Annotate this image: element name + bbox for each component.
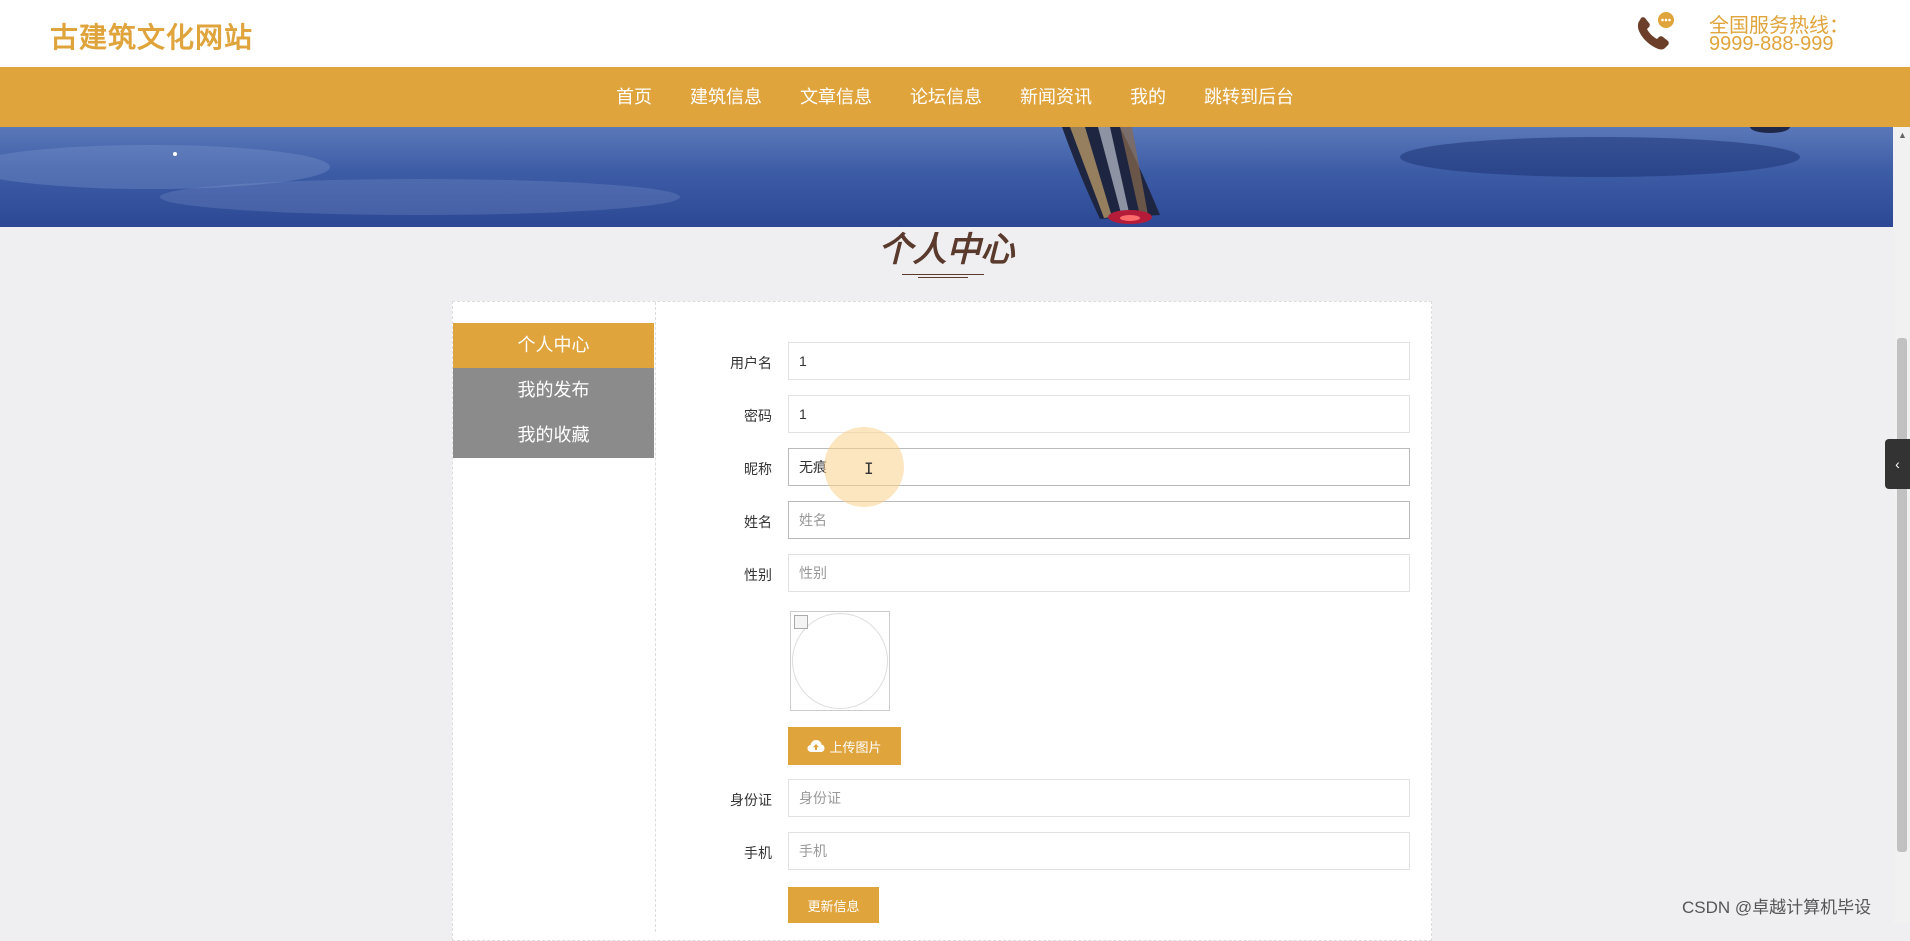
nav-item-news[interactable]: 新闻资讯 (1001, 67, 1111, 127)
sidebar-item-my-posts[interactable]: 我的发布 (453, 368, 654, 413)
user-sidebar: 个人中心 我的发布 我的收藏 (453, 323, 654, 458)
page-title: 个人中心 (878, 231, 1015, 269)
site-header: 古建筑文化网站 全国服务热线： 9999-888-999 (0, 0, 1910, 67)
scrollbar-thumb[interactable] (1897, 338, 1907, 852)
name-input[interactable] (788, 501, 1410, 539)
username-input[interactable] (788, 342, 1410, 380)
password-label: 密码 (744, 408, 772, 424)
nav-item-mine[interactable]: 我的 (1111, 67, 1185, 127)
nav-item-forum[interactable]: 论坛信息 (891, 67, 1001, 127)
nav-item-admin[interactable]: 跳转到后台 (1185, 67, 1313, 127)
upload-image-button[interactable]: 上传图片 (788, 727, 901, 765)
chevron-left-icon: ‹ (1895, 456, 1900, 472)
broken-image-icon (794, 615, 808, 629)
scroll-up-arrow-icon[interactable]: ▲ (1898, 130, 1907, 140)
nickname-label: 昵称 (744, 461, 772, 477)
title-underline-short (918, 277, 968, 278)
sidebar-item-my-favorites[interactable]: 我的收藏 (453, 413, 654, 458)
password-input[interactable] (788, 395, 1410, 433)
phone-chat-icon (1637, 12, 1674, 50)
nav-item-articles[interactable]: 文章信息 (781, 67, 891, 127)
update-info-button[interactable]: 更新信息 (788, 887, 879, 923)
sidebar-item-profile[interactable]: 个人中心 (453, 323, 654, 368)
avatar-preview (790, 611, 890, 711)
cloud-upload-icon (807, 740, 825, 752)
id-card-label: 身份证 (730, 792, 772, 808)
gender-label: 性别 (744, 567, 772, 583)
text-cursor-icon: I (864, 459, 874, 478)
main-nav: 首页 建筑信息 文章信息 论坛信息 新闻资讯 我的 跳转到后台 (0, 67, 1910, 127)
watermark: CSDN @卓越计算机毕设 (1682, 898, 1872, 917)
upload-button-label: 上传图片 (829, 739, 882, 755)
id-card-input[interactable] (788, 779, 1410, 817)
side-panel-toggle[interactable]: ‹ (1885, 439, 1910, 489)
content-divider (655, 302, 656, 932)
nav-item-buildings[interactable]: 建筑信息 (671, 67, 781, 127)
name-label: 姓名 (744, 514, 772, 530)
title-underline (902, 274, 984, 275)
site-title[interactable]: 古建筑文化网站 (50, 16, 253, 56)
username-label: 用户名 (730, 355, 772, 371)
hotline-number: 9999-888-999 (1709, 33, 1834, 55)
phone-label: 手机 (744, 845, 772, 861)
gender-input[interactable] (788, 554, 1410, 592)
phone-input[interactable] (788, 832, 1410, 870)
banner-image (0, 127, 1893, 227)
nav-item-home[interactable]: 首页 (597, 67, 671, 127)
